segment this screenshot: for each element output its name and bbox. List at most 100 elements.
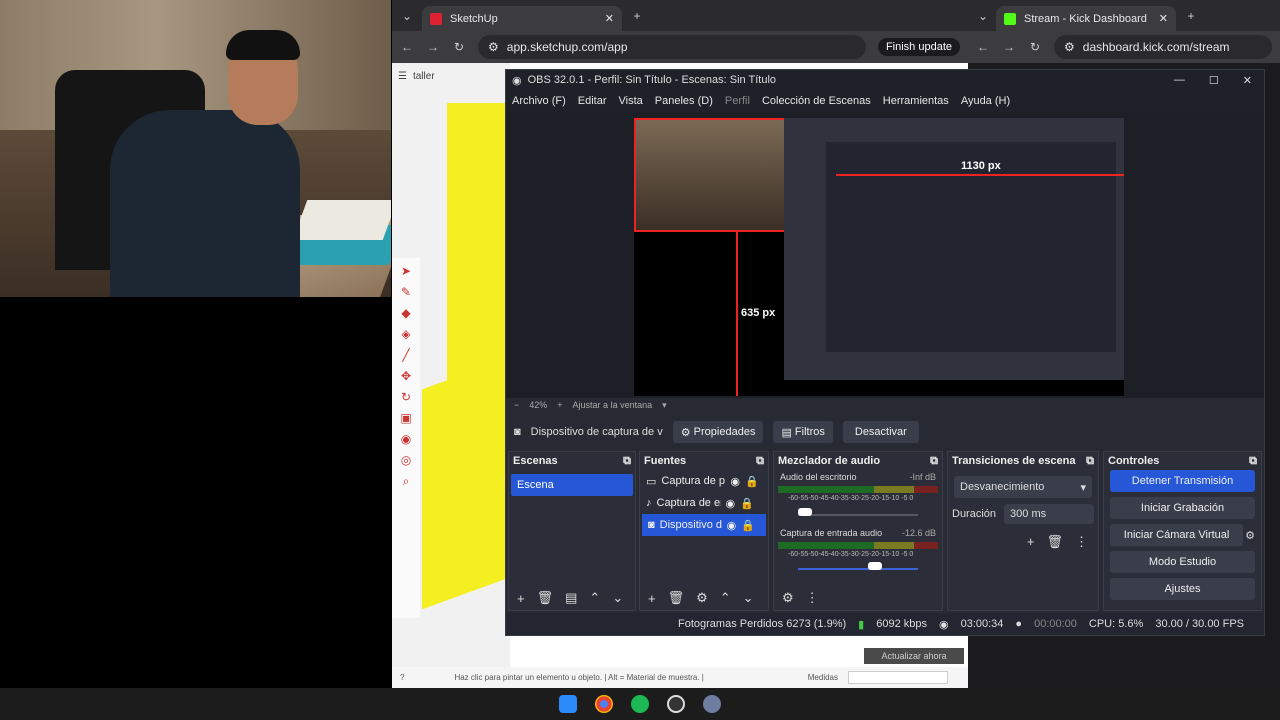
spotify-icon[interactable]	[631, 695, 649, 713]
menu-editar[interactable]: Editar	[578, 95, 607, 107]
settings-icon[interactable]	[703, 695, 721, 713]
menu-coleccion[interactable]: Colección de Escenas	[762, 95, 871, 107]
scene-item[interactable]: Escena	[511, 474, 633, 496]
close-tab-icon[interactable]: ✕	[1159, 12, 1168, 25]
volume-slider[interactable]	[798, 560, 918, 570]
zoom-icon[interactable]: ⌕	[403, 474, 410, 489]
line-icon[interactable]: ╱	[402, 348, 409, 362]
lock-icon[interactable]: 🔒	[745, 475, 759, 488]
menu-ayuda[interactable]: Ayuda (H)	[961, 95, 1010, 107]
undock-icon[interactable]: ⧉	[1086, 455, 1094, 468]
undock-icon[interactable]: ⧉	[930, 455, 938, 468]
trash-icon[interactable]: 🗑	[537, 590, 554, 606]
menu-archivo[interactable]: Archivo (F)	[512, 95, 566, 107]
back-icon[interactable]: ←	[400, 40, 414, 54]
windows-start-icon[interactable]	[559, 695, 577, 713]
tab-sketchup[interactable]: SketchUp ✕	[422, 6, 622, 31]
eye-icon[interactable]: ◉	[727, 519, 737, 532]
lock-icon[interactable]: 🔒	[740, 497, 754, 510]
undock-icon[interactable]: ⧉	[623, 455, 631, 468]
start-virtual-camera-button[interactable]: Iniciar Cámara Virtual	[1110, 524, 1244, 546]
source-item[interactable]: ♪ Captura de er ◉ 🔒	[640, 492, 768, 514]
chrome-icon[interactable]	[595, 695, 613, 713]
source-item-selected[interactable]: ◙ Dispositivo de ◉ 🔒	[642, 514, 766, 536]
stop-streaming-button[interactable]: Detener Transmisión	[1110, 470, 1255, 492]
add-icon[interactable]: +	[517, 591, 525, 606]
maximize-icon[interactable]: ☐	[1209, 74, 1219, 87]
properties-button[interactable]: ⚙ Propiedades	[672, 421, 764, 443]
back-icon[interactable]: ←	[976, 40, 990, 54]
filter-icon[interactable]: ▤	[565, 590, 577, 606]
trash-icon[interactable]: 🗑	[1046, 534, 1063, 550]
paint-icon[interactable]: ◈	[401, 327, 410, 341]
studio-mode-button[interactable]: Modo Estudio	[1110, 551, 1255, 573]
update-now-button[interactable]: Actualizar ahora	[864, 648, 964, 664]
filters-button[interactable]: ▤ Filtros	[773, 421, 833, 443]
minimize-icon[interactable]: —	[1174, 74, 1185, 87]
gear-icon[interactable]: ⚙	[1245, 529, 1261, 542]
reload-icon[interactable]: ↻	[452, 40, 466, 54]
zoom-in-icon[interactable]: +	[557, 400, 562, 410]
trash-icon[interactable]: 🗑	[668, 590, 685, 606]
up-icon[interactable]: ⌃	[720, 590, 731, 606]
menu-bar: Archivo (F) Editar Vista Paneles (D) Per…	[506, 90, 1264, 112]
close-icon[interactable]: ✕	[1243, 74, 1252, 87]
lock-icon[interactable]: 🔒	[741, 519, 755, 532]
more-icon[interactable]: ⋮	[806, 590, 819, 606]
tape-icon[interactable]: ◉	[401, 432, 411, 446]
finish-update-button[interactable]: Finish update	[877, 38, 960, 56]
eraser-icon[interactable]: ◆	[401, 306, 410, 320]
menu-perfil[interactable]: Perfil	[725, 95, 750, 107]
measures-input[interactable]	[848, 671, 948, 684]
site-info-icon[interactable]: ⚙	[488, 40, 499, 54]
fit-to-window[interactable]: Ajustar a la ventana	[573, 400, 653, 410]
down-icon[interactable]: ⌄	[612, 590, 623, 606]
obs-icon[interactable]	[667, 695, 685, 713]
address-bar[interactable]: ⚙ app.sketchup.com/app	[478, 35, 866, 59]
rotate-icon[interactable]: ↻	[401, 390, 411, 404]
tab-menu-icon[interactable]: ⌄	[400, 9, 414, 23]
add-icon[interactable]: +	[648, 591, 656, 606]
forward-icon[interactable]: →	[1002, 40, 1016, 54]
menu-vista[interactable]: Vista	[619, 95, 643, 107]
menu-herramientas[interactable]: Herramientas	[883, 95, 949, 107]
scale-icon[interactable]: ▣	[400, 411, 411, 425]
more-icon[interactable]: ⋮	[1075, 534, 1088, 550]
address-bar[interactable]: ⚙ dashboard.kick.com/stream	[1054, 35, 1272, 59]
transition-select[interactable]: Desvanecimiento ▾	[954, 476, 1092, 498]
zoom-out-icon[interactable]: −	[514, 400, 519, 410]
deactivate-button[interactable]: Desactivar	[842, 421, 919, 443]
undock-icon[interactable]: ⧉	[1249, 455, 1257, 468]
menu-paneles[interactable]: Paneles (D)	[655, 95, 713, 107]
advanced-audio-icon[interactable]: ⚙	[782, 590, 794, 606]
undock-icon[interactable]: ⧉	[756, 455, 764, 468]
down-icon[interactable]: ⌄	[743, 590, 754, 606]
orbit-icon[interactable]: ◎	[401, 453, 411, 467]
help-icon[interactable]: ?	[400, 673, 404, 682]
eye-icon[interactable]: ◉	[726, 497, 736, 510]
gear-icon[interactable]: ⚙	[696, 590, 708, 606]
source-name: Captura de pa	[661, 475, 726, 487]
new-tab-icon[interactable]: +	[1184, 9, 1198, 23]
new-tab-icon[interactable]: +	[630, 9, 644, 23]
settings-button[interactable]: Ajustes	[1110, 578, 1255, 600]
source-item[interactable]: ▭ Captura de pa ◉ 🔒	[640, 470, 768, 492]
pencil-icon[interactable]: ✎	[401, 285, 411, 299]
preview-canvas[interactable]: 635 px 1130 px	[506, 112, 1264, 398]
reload-icon[interactable]: ↻	[1028, 40, 1042, 54]
close-tab-icon[interactable]: ✕	[605, 12, 614, 25]
start-recording-button[interactable]: Iniciar Grabación	[1110, 497, 1255, 519]
select-icon[interactable]: ➤	[401, 264, 411, 278]
tab-kick[interactable]: Stream - Kick Dashboard ✕	[996, 6, 1176, 31]
menu-icon[interactable]: ☰	[398, 71, 407, 85]
up-icon[interactable]: ⌃	[589, 590, 600, 606]
site-info-icon[interactable]: ⚙	[1064, 40, 1075, 54]
tab-menu-icon[interactable]: ⌄	[976, 9, 990, 23]
move-icon[interactable]: ✥	[401, 369, 411, 383]
eye-icon[interactable]: ◉	[730, 475, 740, 488]
forward-icon[interactable]: →	[426, 40, 440, 54]
duration-input[interactable]: 300 ms	[1004, 504, 1094, 524]
chevron-down-icon[interactable]: ▾	[662, 400, 667, 411]
add-icon[interactable]: +	[1027, 534, 1035, 550]
volume-slider[interactable]	[798, 506, 918, 516]
